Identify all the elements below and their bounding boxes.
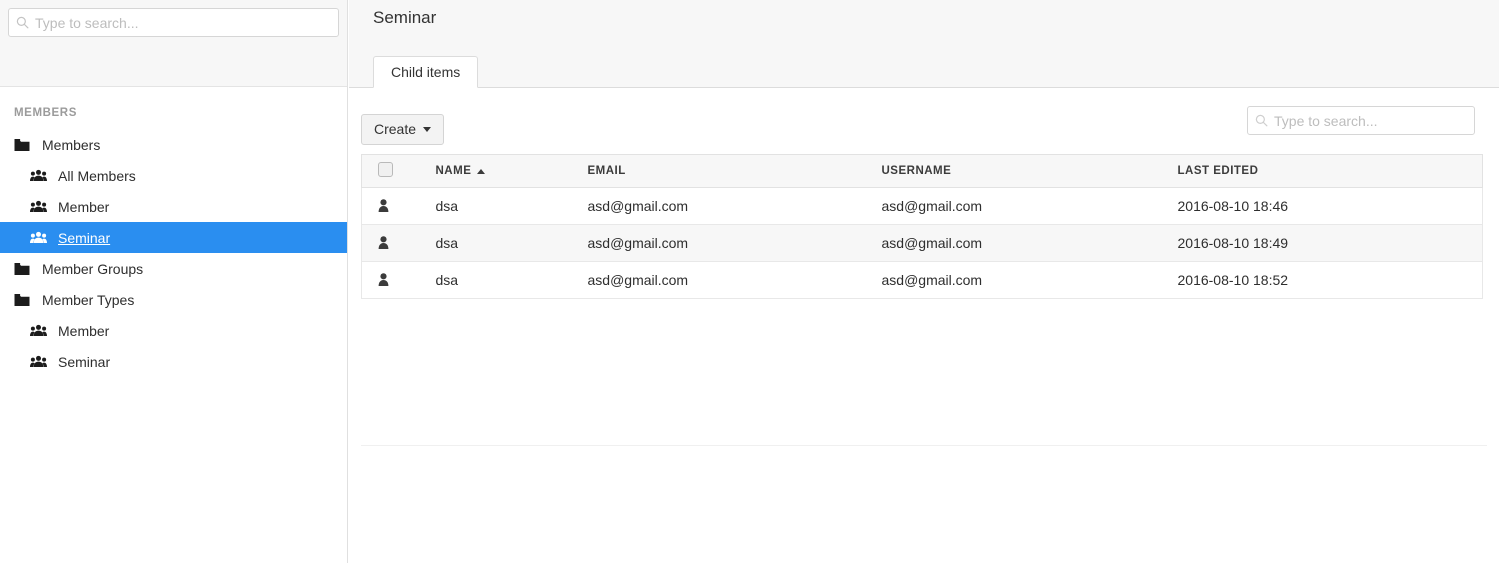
row-last-edited-cell: 2016-08-10 18:49 [1161,224,1483,262]
sidebar-item-label: Seminar [58,353,111,370]
app-root: MEMBERS MembersAll MembersMemberSeminarM… [0,0,1499,563]
caret-down-icon [423,126,432,132]
sidebar-search-panel [0,0,347,87]
content-bottom-divider [361,445,1487,446]
row-icon-cell [361,187,420,225]
sidebar-item-all-members[interactable]: All Members [0,160,347,191]
members-tree: Members All Members Member Seminar Member Gr… [0,129,347,377]
folder-icon [14,293,40,307]
row-last-edited-cell: 2016-08-10 18:46 [1161,187,1483,225]
table-search-input[interactable] [1274,107,1474,134]
row-username: asd@gmail.com [881,198,983,214]
column-header-email-label: EMAIL [587,165,626,177]
members-table: NAME EMAIL USERNAME LAST EDITED dsa asd@… [361,154,1483,299]
member-person-icon [378,199,420,213]
column-header-last-edited-label: LAST EDITED [1177,165,1259,177]
row-email-cell: asd@gmail.com [571,224,866,262]
folder-icon [14,138,40,152]
column-header-name[interactable]: NAME [419,154,572,188]
row-email-cell: asd@gmail.com [571,187,866,225]
sidebar-item-label: All Members [58,167,136,184]
row-email: asd@gmail.com [587,272,689,288]
row-username: asd@gmail.com [881,235,983,251]
create-button[interactable]: Create [361,113,445,145]
column-header-email[interactable]: EMAIL [571,154,866,188]
search-icon [1248,114,1274,127]
tab-strip: Child items [373,56,479,88]
sidebar-item-members[interactable]: Members [0,129,347,160]
main-header: Seminar Child items [349,0,1499,88]
sidebar-item-label: Member [58,322,110,339]
table-row[interactable]: dsa asd@gmail.com asd@gmail.com 2016-08-10 … [361,187,1483,225]
table-search-box[interactable] [1247,106,1475,135]
row-name: dsa [435,235,459,251]
row-username: asd@gmail.com [881,272,983,288]
row-name-cell[interactable]: dsa [419,187,572,225]
row-last-edited: 2016-08-10 18:49 [1177,235,1289,251]
members-group-icon [30,169,56,182]
sidebar-item-label: Seminar [58,229,111,246]
row-email-cell: asd@gmail.com [571,261,866,299]
row-email: asd@gmail.com [587,198,689,214]
row-last-edited-cell: 2016-08-10 18:52 [1161,261,1483,299]
row-username-cell: asd@gmail.com [865,261,1162,299]
content-toolbar: Create [361,88,1487,150]
column-header-username-label: USERNAME [881,165,952,177]
select-all-checkbox[interactable] [378,162,393,177]
row-last-edited: 2016-08-10 18:46 [1177,198,1289,214]
row-last-edited: 2016-08-10 18:52 [1177,272,1289,288]
search-icon [9,16,35,29]
row-name-cell[interactable]: dsa [419,261,572,299]
column-header-username[interactable]: USERNAME [865,154,1162,188]
tab-label: Child items [391,64,461,80]
members-group-icon [30,324,56,337]
page-title: Seminar [373,8,437,27]
sidebar-search-box[interactable] [8,8,339,37]
sidebar-item-member[interactable]: Member [0,315,347,346]
create-button-label: Create [374,121,417,137]
table-row[interactable]: dsa asd@gmail.com asd@gmail.com 2016-08-10 … [361,261,1483,299]
members-group-icon [30,231,56,244]
sidebar-item-member[interactable]: Member [0,191,347,222]
column-header-last-edited[interactable]: LAST EDITED [1161,154,1483,188]
table-body: dsa asd@gmail.com asd@gmail.com 2016-08-10 … [361,187,1483,299]
row-username-cell: asd@gmail.com [865,224,1162,262]
member-person-icon [378,273,420,287]
sidebar-item-member-groups[interactable]: Member Groups [0,253,347,284]
sidebar-item-label: Member [58,198,110,215]
row-icon-cell [361,224,420,262]
sidebar-item-seminar[interactable]: Seminar [0,346,347,377]
sidebar-search-input[interactable] [35,9,338,36]
column-header-name-label: NAME [435,165,472,177]
sidebar-item-label: Member Groups [42,260,144,277]
row-name: dsa [435,272,459,288]
row-username-cell: asd@gmail.com [865,187,1162,225]
select-all-header [361,154,420,188]
table-row[interactable]: dsa asd@gmail.com asd@gmail.com 2016-08-10 … [361,224,1483,262]
sidebar-item-label: Member Types [42,291,135,308]
members-group-icon [30,355,56,368]
tab-child-items[interactable]: Child items [373,56,479,88]
sidebar-item-member-types[interactable]: Member Types [0,284,347,315]
main-panel: Seminar Child items Create Type to searc… [349,0,1499,563]
sidebar: MEMBERS MembersAll MembersMemberSeminarM… [0,0,348,563]
row-name-cell[interactable]: dsa [419,224,572,262]
row-email: asd@gmail.com [587,235,689,251]
sidebar-item-label: Members [42,136,101,153]
sidebar-section-title: MEMBERS [14,107,77,119]
sort-ascending-icon [477,168,486,174]
table-header-row: NAME EMAIL USERNAME LAST EDITED [361,154,1483,188]
folder-icon [14,262,40,276]
row-name: dsa [435,198,459,214]
content-area: Create Type to search... NAME EMAIL USER… [349,88,1499,446]
row-icon-cell [361,261,420,299]
members-group-icon [30,200,56,213]
sidebar-item-seminar[interactable]: Seminar [0,222,347,253]
member-person-icon [378,236,420,250]
